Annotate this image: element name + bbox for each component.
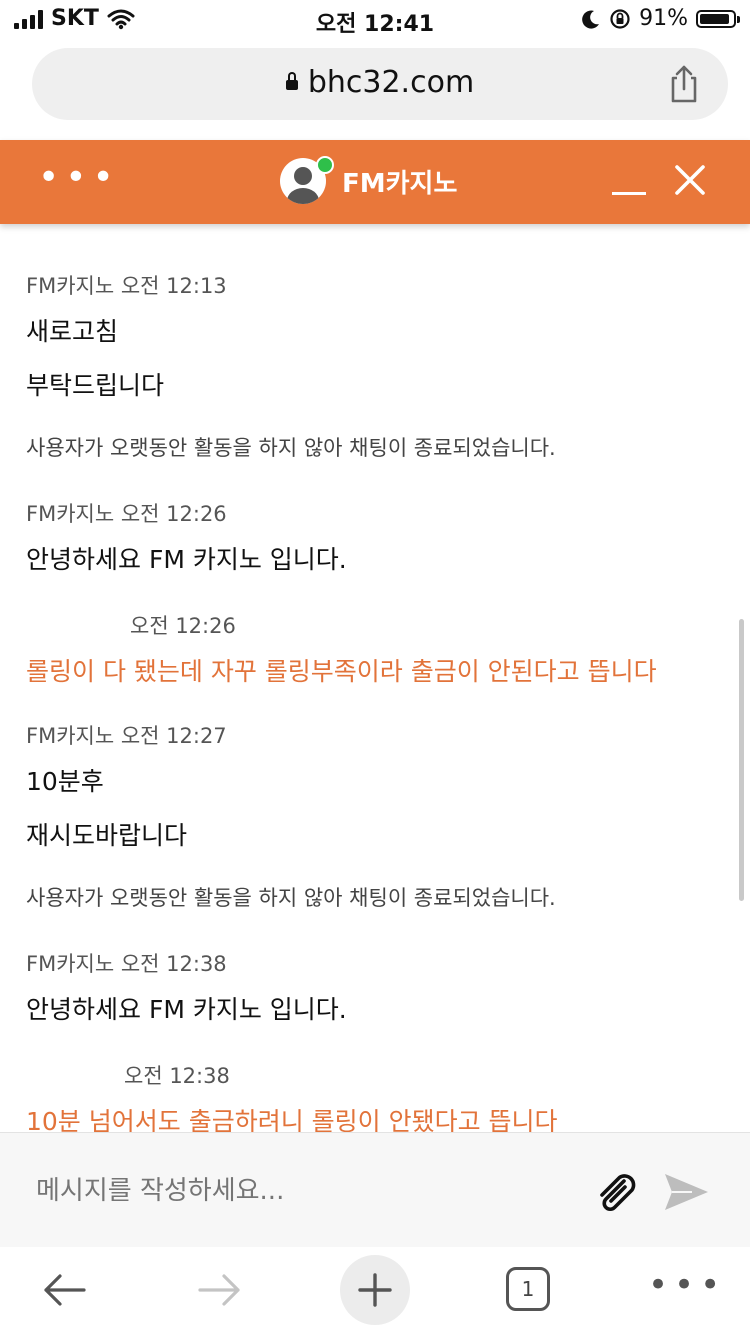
more-icon[interactable]: ••• [38,160,120,196]
message-user: 오전 12:26 롤링이 다 됐는데 자꾸 롤링부족이라 출금이 안된다고 뜹니… [26,610,726,688]
message-sender: FM카지노 오전 12:13 [26,274,227,298]
battery-percent: 91% [639,6,688,31]
new-tab-button[interactable] [340,1255,410,1325]
share-icon[interactable] [668,64,700,104]
message-sender: 오전 12:26 [130,614,236,638]
system-notice: 사용자가 오랫동안 활동을 하지 않아 채팅이 종료되었습니다. [26,886,556,910]
attach-icon[interactable] [594,1173,642,1213]
battery-icon [696,9,740,28]
chat-title: FM카지노 [342,168,458,199]
chat-messages[interactable]: FM카지노 오전 12:13 새로고침 부탁드립니다 사용자가 오랫동안 활동을… [0,224,750,1132]
message-text: 재시도바랍니다 [26,821,188,850]
message-text: 부탁드립니다 [26,371,165,400]
message-text: 안녕하세요 FM 카지노 입니다. [26,545,347,574]
message-sender: FM카지노 오전 12:26 [26,502,227,526]
forward-icon[interactable] [196,1259,244,1321]
address-bar[interactable]: bhc32.com [32,48,728,120]
browser-toolbar: 1 ••• [0,1247,750,1334]
url-text: bhc32.com [307,65,475,100]
online-status-dot [316,156,334,174]
message-text: 10분후 [26,767,104,796]
message-sender: FM카지노 오전 12:27 [26,724,227,748]
tabs-icon[interactable]: 1 [506,1267,550,1311]
lock-icon [285,72,298,90]
message-agent: FM카지노 오전 12:38 안녕하세요 FM 카지노 입니다. [26,948,726,1026]
message-text: 새로고침 [26,317,119,346]
message-sender: FM카지노 오전 12:38 [26,952,227,976]
minimize-icon[interactable] [612,192,646,195]
message-text: 안녕하세요 FM 카지노 입니다. [26,995,347,1024]
status-bar: SKT 오전 12:41 91% [0,0,750,40]
new-tab-icon [358,1273,392,1307]
message-text: 10분 넘어서도 출금하려니 롤링이 안됐다고 뜹니다 [26,1107,558,1132]
send-icon[interactable] [662,1171,710,1213]
message-user: 오전 12:38 10분 넘어서도 출금하려니 롤링이 안됐다고 뜹니다 [26,1060,726,1132]
message-sender: 오전 12:38 [124,1064,230,1088]
close-icon[interactable] [670,160,710,200]
back-icon[interactable] [40,1259,88,1321]
message-text: 롤링이 다 됐는데 자꾸 롤링부족이라 출금이 안된다고 뜹니다 [26,657,657,686]
message-agent: FM카지노 오전 12:26 안녕하세요 FM 카지노 입니다. [26,498,726,576]
message-agent: FM카지노 오전 12:27 10분후 재시도바랍니다 [26,720,726,852]
message-input[interactable] [34,1175,538,1207]
moon-icon [582,10,600,29]
message-composer [0,1132,750,1248]
message-agent: FM카지노 오전 12:13 새로고침 부탁드립니다 [26,270,726,402]
more-menu-icon[interactable]: ••• [648,1268,726,1302]
orientation-lock-icon [610,8,630,29]
system-notice: 사용자가 오랫동안 활동을 하지 않아 채팅이 종료되었습니다. [26,436,556,460]
chat-header: ••• FM카지노 [0,140,750,224]
scrollbar[interactable] [739,619,744,901]
